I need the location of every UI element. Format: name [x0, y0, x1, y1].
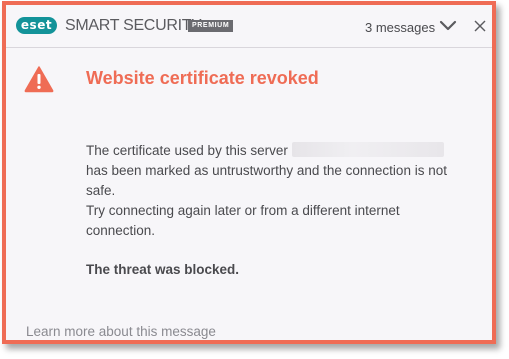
messages-count[interactable]: 3 messages	[365, 20, 435, 35]
alert-message: The certificate used by this server has …	[86, 141, 466, 241]
eset-logo: eset	[16, 17, 57, 34]
notification-header: eset SMART SECURITY PREMIUM 3 messages	[6, 5, 492, 45]
product-name: SMART SECURITY	[65, 17, 202, 34]
message-untrustworthy: has been marked as untrustworthy and the…	[86, 163, 447, 198]
notification-window: eset SMART SECURITY PREMIUM 3 messages W…	[2, 1, 496, 344]
message-line-certificate: The certificate used by this server has …	[86, 141, 466, 201]
close-icon[interactable]	[472, 18, 488, 34]
chevron-down-icon[interactable]	[438, 19, 458, 33]
alert-title: Website certificate revoked	[86, 68, 319, 88]
message-certificate-prefix: The certificate used by this server	[86, 143, 288, 158]
header-divider	[6, 47, 492, 48]
learn-more-link[interactable]: Learn more about this message	[26, 324, 216, 339]
threat-blocked-label: The threat was blocked.	[86, 262, 240, 277]
message-line-retry: Try connecting again later or from a dif…	[86, 203, 400, 238]
redacted-server-name	[291, 142, 444, 157]
edition-badge: PREMIUM	[188, 20, 234, 32]
warning-triangle-icon	[24, 65, 54, 93]
